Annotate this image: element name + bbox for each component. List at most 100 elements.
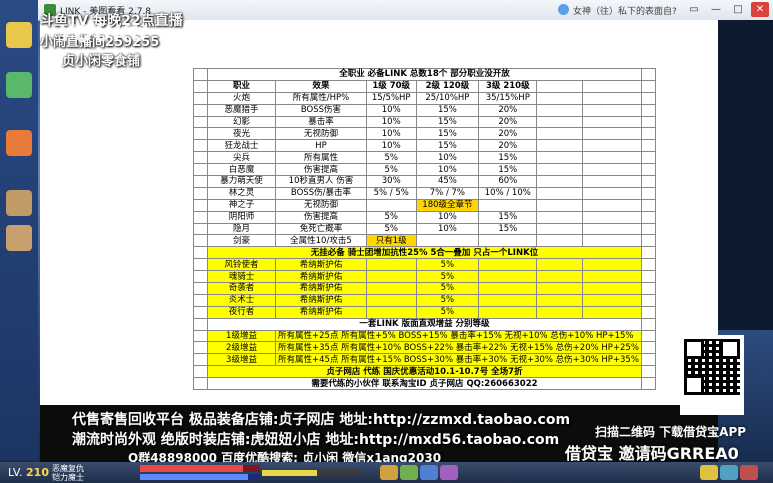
- table-cell: [640, 222, 656, 236]
- table-cell: [536, 305, 583, 319]
- table-cell: [581, 210, 642, 224]
- character-name-line1: 恶魔复仇: [52, 464, 84, 473]
- table-cell: 所有属性/HP%: [275, 91, 367, 105]
- event-icon[interactable]: [6, 72, 32, 98]
- settings-icon[interactable]: [440, 465, 458, 480]
- table-cell: 5%: [365, 151, 417, 165]
- friends-icon[interactable]: [720, 465, 738, 480]
- character-portrait-icon: [6, 190, 32, 216]
- quest-icon[interactable]: [6, 22, 32, 48]
- mp-fill: [140, 474, 248, 480]
- table-cell: [640, 282, 656, 295]
- table-cell: [640, 175, 656, 188]
- table-cell: 10%: [365, 115, 417, 129]
- shop-icon[interactable]: [700, 465, 718, 480]
- table-cell: BOSS伤/暴击率: [275, 186, 367, 200]
- table-cell: [536, 127, 583, 141]
- close-button[interactable]: ✕: [751, 2, 769, 17]
- table-cell: 10%: [365, 127, 417, 141]
- table-cell: 10秒直男人 伤害: [275, 175, 367, 188]
- table-cell: 风铃使者: [207, 258, 276, 272]
- table-cell: [193, 365, 208, 379]
- table-cell: [193, 127, 208, 141]
- promo-line-shop2: 潮流时尚外观 绝版时装店铺:虎妞妞小店 地址:http://mxd56.taob…: [72, 432, 560, 448]
- table-cell: [536, 258, 583, 272]
- table-row: 3级增益 所有属性+45点 所有属性+15% BOSS+30% 暴击率+30% 无…: [193, 353, 656, 367]
- table-cell: [581, 186, 642, 200]
- table-cell: 15/5%HP: [365, 91, 417, 105]
- table-cell: HP: [275, 139, 367, 153]
- table-cell: [365, 293, 417, 307]
- table-cell: 隐月: [207, 222, 276, 236]
- table-cell: [640, 377, 656, 391]
- table-cell: [640, 270, 656, 284]
- cash-shop-icon[interactable]: [6, 130, 32, 156]
- table-cell: 所有属性+25点 所有属性+5% BOSS+15% 暴击率+15% 无视+10%…: [275, 329, 642, 343]
- table-cell: [640, 210, 656, 224]
- table-cell: [640, 139, 656, 153]
- table-cell: [478, 305, 538, 319]
- table-cell: [193, 198, 208, 212]
- maximize-button[interactable]: □: [729, 2, 747, 17]
- inventory-icon[interactable]: [400, 465, 418, 480]
- table-cell: [536, 210, 583, 224]
- skill-icon[interactable]: [420, 465, 438, 480]
- table-cell: 7% / 7%: [415, 186, 480, 200]
- table-cell: 5%: [365, 222, 417, 236]
- table-cell: 3级 210级: [478, 79, 538, 93]
- table-cell: 10% / 10%: [478, 186, 538, 200]
- table-row: 幻影 暴击率 10% 15% 20%: [193, 115, 656, 129]
- table-cell: [478, 198, 538, 212]
- table-cell: [193, 329, 208, 343]
- mp-bar: [140, 474, 260, 480]
- table-cell: 5%: [415, 270, 480, 284]
- table-row: 贞子网店 代练 国庆优惠活动10.1-10.7号 全场7折: [193, 365, 656, 379]
- table-cell: [581, 139, 642, 153]
- table-cell: 25/10%HP: [415, 91, 480, 105]
- table-cell: [365, 198, 417, 212]
- table-cell: [536, 103, 583, 117]
- table-cell: [640, 79, 656, 93]
- table-cell: 希纳斯护佑: [275, 270, 367, 284]
- table-cell: 15%: [415, 103, 480, 117]
- minimize-button[interactable]: —: [707, 2, 725, 17]
- table-row: 风铃使者 希纳斯护佑 5%: [193, 258, 656, 272]
- restore-button[interactable]: ▭: [685, 2, 703, 17]
- table-cell: [581, 222, 642, 236]
- table-cell: 效果: [275, 79, 367, 93]
- level-display: LV. 210: [8, 466, 49, 479]
- game-side-panel: [0, 0, 38, 460]
- character-name-line2: 铠力魔士: [52, 473, 84, 482]
- table-cell: [536, 115, 583, 129]
- table-cell: 职业: [207, 79, 276, 93]
- game-right-panel: [718, 20, 773, 330]
- table-cell: 10%: [415, 210, 480, 224]
- table-cell: 15%: [415, 139, 480, 153]
- table-cell: 20%: [478, 127, 538, 141]
- table-cell: 暴力萌天使: [207, 175, 276, 188]
- card-icon[interactable]: [6, 225, 32, 251]
- table-cell: 全属性10/攻击5: [275, 234, 367, 248]
- youku-watermark: YOUKU: [58, 22, 149, 47]
- table-row: 火炮 所有属性/HP% 15/5%HP 25/10%HP 35/15%HP: [193, 91, 656, 105]
- table-cell: [193, 175, 208, 188]
- menu-icon[interactable]: [380, 465, 398, 480]
- table-cell: 伤害提高: [275, 163, 367, 177]
- guild-icon[interactable]: [740, 465, 758, 480]
- table-cell: [640, 186, 656, 200]
- table-cell: [581, 91, 642, 105]
- table-cell: 白恶魔: [207, 163, 276, 177]
- notice-text[interactable]: 女神（往）私下的表面自?: [573, 4, 677, 17]
- level-prefix: LV.: [8, 466, 23, 479]
- table-cell: [365, 270, 417, 284]
- table-cell: 15%: [478, 151, 538, 165]
- table-cell: [640, 68, 656, 81]
- table-cell: 10%: [365, 103, 417, 117]
- table-cell: [193, 234, 208, 248]
- exp-fill: [262, 470, 317, 476]
- table-cell: 10%: [365, 139, 417, 153]
- table-cell: [193, 293, 208, 307]
- table-cell: 5%: [365, 210, 417, 224]
- table-cell: 幻影: [207, 115, 276, 129]
- table-row: 暴力萌天使 10秒直男人 伤害 30% 45% 60%: [193, 175, 656, 188]
